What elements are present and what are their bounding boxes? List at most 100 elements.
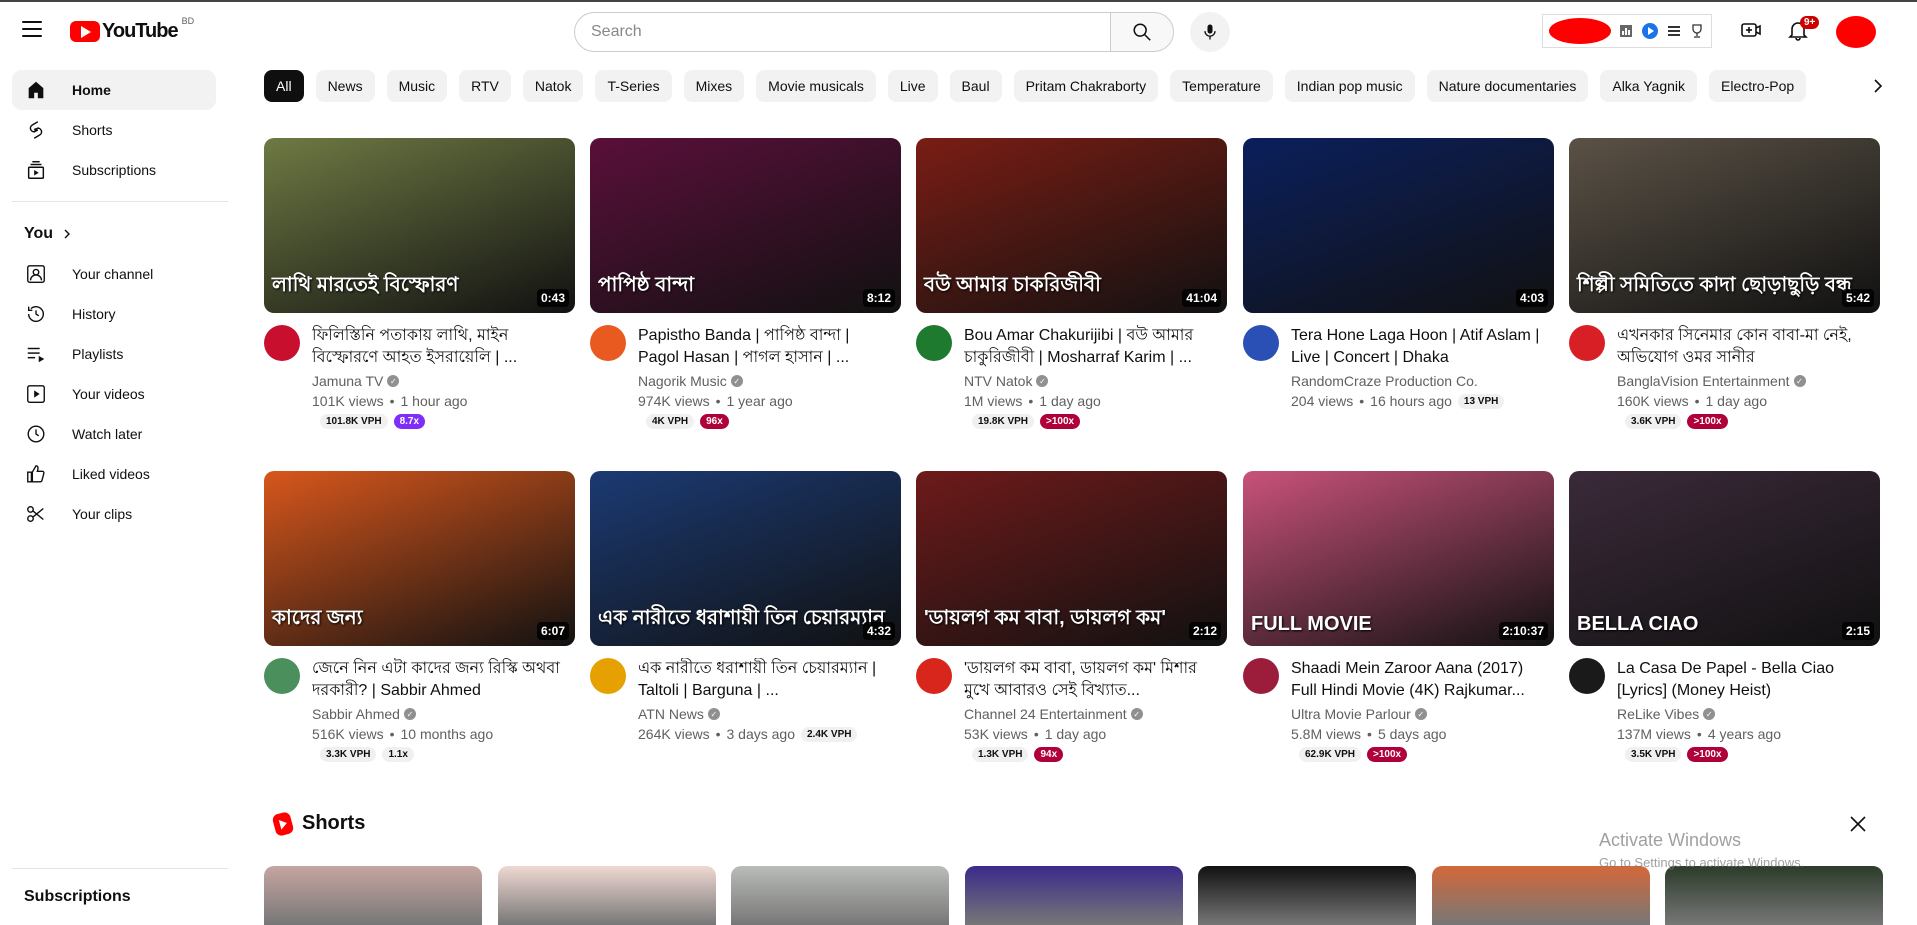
sidebar-item-watch-later[interactable]: Watch later [12,414,216,454]
video-card[interactable]: পাপিষ্ঠ বান্দা 8:12 Papistho Banda | পাপিষ… [590,138,901,435]
video-card[interactable]: 4:03 Tera Hone Laga Hoon | Atif Aslam | L… [1243,138,1554,435]
you-section-header[interactable]: You [24,225,73,243]
video-title[interactable]: Papistho Banda | পাপিষ্ঠ বান্দা | Pagol … [638,325,894,369]
you-section-title: You [24,225,54,242]
sidebar-item-home[interactable]: Home [12,70,216,110]
short-thumbnail[interactable] [1665,866,1883,925]
video-thumbnail[interactable]: FULL MOVIE 2:10:37 [1243,471,1554,646]
video-title[interactable]: ফিলিস্তিনি পতাকায় লাথি, মাইন বিস্ফোরণে … [312,325,568,369]
video-thumbnail[interactable]: পাপিষ্ঠ বান্দা 8:12 [590,138,901,313]
video-thumbnail[interactable]: কাদের জন্য 6:07 [264,471,575,646]
video-title[interactable]: Shaadi Mein Zaroor Aana (2017) Full Hind… [1291,658,1547,702]
short-thumbnail[interactable] [731,866,949,925]
video-card[interactable]: লাথি মারতেই বিস্ফোরণ 0:43 ফিলিস্তিনি পতাকা… [264,138,575,435]
video-thumbnail[interactable]: 'ডায়লগ কম বাবা, ডায়লগ কম' 2:12 [916,471,1227,646]
chip-movie-musicals[interactable]: Movie musicals [756,70,876,102]
search-input[interactable] [574,12,1110,52]
sidebar-item-playlists[interactable]: Playlists [12,334,216,374]
short-thumbnail[interactable] [964,866,1183,925]
video-title[interactable]: Tera Hone Laga Hoon | Atif Aslam | Live … [1291,325,1547,369]
short-thumbnail[interactable] [1198,866,1416,925]
channel-name[interactable]: Sabbir Ahmed ✓ [312,706,416,722]
chart-extension-icon[interactable] [1619,24,1633,38]
video-title[interactable]: Bou Amar Chakurijibi | বউ আমার চাকুরিজীব… [964,325,1220,369]
chip-rtv[interactable]: RTV [459,70,511,102]
video-title[interactable]: জেনে নিন এটা কাদের জন্য রিস্কি অথবা দরকা… [312,658,568,702]
channel-name[interactable]: NTV Natok ✓ [964,373,1049,389]
list-extension-icon[interactable] [1667,24,1681,38]
subscriptions-section-header[interactable]: Subscriptions [24,888,131,906]
chip-electro-pop[interactable]: Electro-Pop [1709,70,1807,102]
channel-avatar[interactable] [1569,658,1605,694]
video-thumbnail[interactable]: BELLA CIAO 2:15 [1569,471,1880,646]
channel-avatar[interactable] [590,658,626,694]
menu-icon[interactable] [22,21,42,37]
play-extension-icon[interactable] [1641,22,1659,40]
video-title[interactable]: এক নারীতে ধরাশায়ী তিন চেয়ারম্যান | Tal… [638,658,894,702]
channel-name[interactable]: ReLike Vibes ✓ [1617,706,1716,722]
channel-avatar[interactable] [1569,325,1605,361]
channel-avatar[interactable] [264,658,300,694]
channel-name[interactable]: Channel 24 Entertainment ✓ [964,706,1143,722]
video-thumbnail[interactable]: লাথি মারতেই বিস্ফোরণ 0:43 [264,138,575,313]
chip-music[interactable]: Music [386,70,448,102]
video-card[interactable]: এক নারীতে ধরাশায়ী তিন চেয়ারম্যান 4:32 এক… [590,471,901,768]
video-thumbnail[interactable]: এক নারীতে ধরাশায়ী তিন চেয়ারম্যান 4:32 [590,471,901,646]
chip-pritam-chakraborty[interactable]: Pritam Chakraborty [1013,70,1159,102]
channel-name[interactable]: Jamuna TV ✓ [312,373,400,389]
short-thumbnail[interactable] [497,866,716,925]
video-thumbnail[interactable]: বউ আমার চাকরিজীবী 41:04 [916,138,1227,313]
shorts-close-button[interactable] [1846,812,1870,836]
channel-avatar[interactable] [916,658,952,694]
video-title[interactable]: 'ডায়লগ কম বাবা, ডায়লগ কম' মিশার মুখে আ… [964,658,1220,702]
chip-t-series[interactable]: T-Series [595,70,672,102]
create-button[interactable] [1739,18,1763,42]
video-thumbnail[interactable]: 4:03 [1243,138,1554,313]
video-card[interactable]: 'ডায়লগ কম বাবা, ডায়লগ কম' 2:12 'ডায়লগ ক… [916,471,1227,768]
chips-next-button[interactable] [1862,70,1894,102]
channel-avatar[interactable] [590,325,626,361]
channel-name[interactable]: BanglaVision Entertainment ✓ [1617,373,1806,389]
video-title[interactable]: La Casa De Papel - Bella Ciao [Lyrics] (… [1617,658,1873,702]
video-thumbnail[interactable]: শিল্পী সমিতিতে কাদা ছোড়াছুড়ি বন্ধ 5:42 [1569,138,1880,313]
chip-natok[interactable]: Natok [522,70,584,102]
channel-name[interactable]: ATN News ✓ [638,706,720,722]
channel-name[interactable]: Ultra Movie Parlour ✓ [1291,706,1427,722]
video-card[interactable]: FULL MOVIE 2:10:37 Shaadi Mein Zaroor Aana… [1243,471,1554,768]
sidebar-item-your-channel[interactable]: Your channel [12,254,216,294]
channel-avatar[interactable] [264,325,300,361]
channel-name[interactable]: Nagorik Music ✓ [638,373,743,389]
chip-all[interactable]: All [264,70,304,102]
trophy-icon[interactable] [1689,23,1705,39]
sidebar-item-your-clips[interactable]: Your clips [12,494,216,534]
account-avatar[interactable] [1836,16,1876,48]
video-card[interactable]: BELLA CIAO 2:15 La Casa De Papel - Bella C… [1569,471,1880,768]
short-thumbnail[interactable] [264,866,482,925]
channel-name[interactable]: RandomCraze Production Co. [1291,373,1478,389]
sidebar-item-subscriptions[interactable]: Subscriptions [12,150,216,190]
chip-live[interactable]: Live [887,70,938,102]
short-thumbnail[interactable] [1431,866,1650,925]
search-button[interactable] [1110,12,1174,52]
video-card[interactable]: কাদের জন্য 6:07 জেনে নিন এটা কাদের জন্য রি… [264,471,575,768]
youtube-logo[interactable]: YouTube BD [70,16,194,43]
sidebar-item-your-videos[interactable]: Your videos [12,374,216,414]
video-card[interactable]: বউ আমার চাকরিজীবী 41:04 Bou Amar Chakuriji… [916,138,1227,435]
channel-avatar[interactable] [1243,658,1279,694]
sidebar-item-shorts[interactable]: Shorts [12,110,216,150]
chip-mixes[interactable]: Mixes [683,70,745,102]
channel-avatar[interactable] [916,325,952,361]
redacted-area [1549,18,1611,44]
voice-search-button[interactable] [1190,12,1230,52]
chip-nature-documentaries[interactable]: Nature documentaries [1426,70,1589,102]
chip-news[interactable]: News [315,70,375,102]
chip-temperature[interactable]: Temperature [1170,70,1273,102]
sidebar-item-history[interactable]: History [12,294,216,334]
chip-indian-pop-music[interactable]: Indian pop music [1284,70,1415,102]
chip-alka-yagnik[interactable]: Alka Yagnik [1600,70,1697,102]
channel-avatar[interactable] [1243,325,1279,361]
sidebar-item-liked-videos[interactable]: Liked videos [12,454,216,494]
chip-baul[interactable]: Baul [949,70,1002,102]
video-title[interactable]: এখনকার সিনেমার কোন বাবা-মা নেই, অভিযোগ ও… [1617,325,1873,369]
video-card[interactable]: শিল্পী সমিতিতে কাদা ছোড়াছুড়ি বন্ধ 5:42 এ… [1569,138,1880,435]
